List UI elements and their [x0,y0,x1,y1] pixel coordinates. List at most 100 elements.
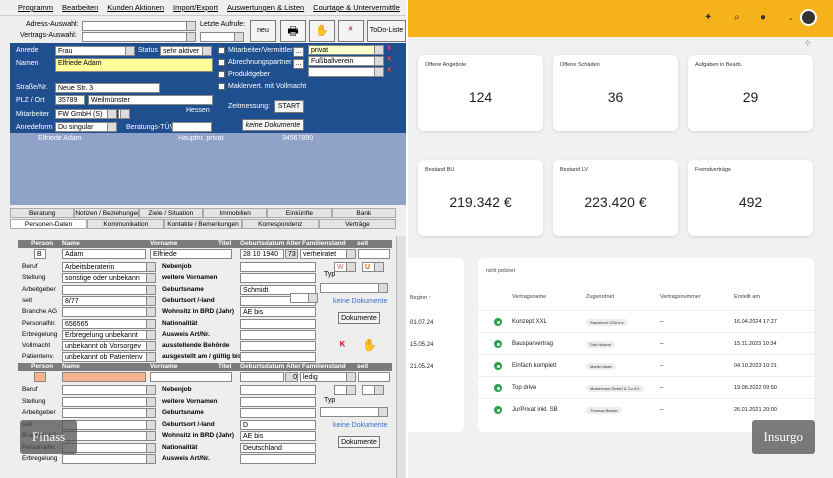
privat-select[interactable]: privat [308,45,384,55]
extra-select-1[interactable] [308,67,384,77]
tab-beratung[interactable]: Beratung [10,208,75,218]
contract-name[interactable]: Einfach komplett [512,363,556,369]
col-erstellt[interactable]: Erstellt am [734,294,760,300]
kpi-card[interactable]: Fremdverträge 492 [688,160,813,236]
field-value[interactable]: Erbregelung unbekannt [62,329,156,340]
ok-icon[interactable]: ᴷ [338,20,364,42]
tab-ziele[interactable]: Ziele / Situation [138,208,203,218]
handshake-icon[interactable]: ✋ [309,20,335,42]
adress-select[interactable] [82,21,196,31]
tab-korrespondenz[interactable]: Korrespondenz [241,219,319,229]
field-value-2[interactable] [240,262,316,272]
kpi-card[interactable]: Bestand BU 219.342 € [418,160,543,236]
typ-select-2[interactable] [320,407,388,417]
tab-kontakte[interactable]: Kontakte / Bemerkungen [164,219,242,229]
contract-name[interactable]: Bausparvertrag [512,341,553,347]
person2-vorname[interactable] [150,372,232,382]
field-value[interactable] [62,396,156,407]
chevron-down-icon[interactable]: ⌄ [788,14,794,22]
strasse-field[interactable]: Neue Str. 3 [55,83,160,93]
person2-stand[interactable]: ledig [300,372,356,382]
field-value-2[interactable] [240,352,316,363]
letzte-select[interactable] [200,32,244,42]
search-icon[interactable]: ⌕ [734,12,740,23]
check-abrechnung[interactable] [218,59,225,66]
k-icon-4[interactable]: ᴷ [340,340,345,352]
field-value-2[interactable] [240,341,316,352]
flag-select-4[interactable] [362,385,384,395]
person2-name[interactable] [62,372,146,382]
grid-icon[interactable]: ⁘ [804,38,812,49]
check-makler[interactable] [218,83,225,90]
mitarbeiter-select[interactable]: FW GmbH (S) [55,109,117,119]
contract-name[interactable]: JurPrivat inkl. SB [512,407,558,413]
print-icon[interactable]: 🖶 [280,20,306,42]
scrollbar[interactable] [396,236,406,478]
field-value[interactable] [62,385,156,395]
tab-personen-daten[interactable]: Personen-Daten [10,219,88,229]
person1-seit[interactable] [358,249,390,259]
dokumente-button-1[interactable]: Dokumente [338,312,380,324]
k-icon-3[interactable]: ᴷ [388,68,391,75]
check-produktgeber[interactable] [218,71,225,78]
vertrags-select[interactable] [82,32,196,42]
flag-select-3[interactable] [334,385,356,395]
k-icon-2[interactable]: ᴷ [388,57,391,64]
status-select[interactable]: sehr aktiver [160,46,212,56]
bell-icon[interactable]: ● [760,12,766,23]
k-icon-1[interactable]: ᴷ [388,46,391,53]
check-mitarbeiter[interactable] [218,47,225,54]
ort-field[interactable]: Weilmünster [88,95,213,105]
person2-seit[interactable] [358,372,390,382]
flag-w-select[interactable]: W [334,262,356,272]
anredeform-select[interactable]: Du singular [55,122,117,132]
tab-bank[interactable]: Bank [331,208,396,218]
field-value-2[interactable] [240,385,316,395]
eye-icon[interactable] [494,406,502,414]
menu-kunden-aktionen[interactable]: Kunden Aktionen [107,3,164,12]
col-zugeordnet[interactable]: Zugeordnet [586,294,614,300]
field-value[interactable]: unbekannt ob Patientenv [62,352,156,363]
eye-icon[interactable] [494,362,502,370]
sparkle-icon[interactable]: ✦ [704,12,712,23]
field-value[interactable] [62,454,156,464]
keine-dokumente-button[interactable]: keine Dokumente [242,119,304,131]
field-value[interactable] [62,307,156,318]
person2-geburt[interactable] [240,372,284,382]
name-field[interactable]: Elfriede Adam [55,58,213,72]
beginn-header[interactable]: Beginn ↑ [410,295,431,301]
field-value-2[interactable] [240,396,316,407]
person1-vorname[interactable]: Elfriede [150,249,232,259]
neu-button[interactable]: neu [250,20,276,42]
kpi-card[interactable]: Offene Angebote 124 [418,55,543,131]
col-vertragsnummer[interactable]: Vertragsnummer [660,294,701,300]
filter-label[interactable]: nicht policiert [486,268,515,274]
more-button-1[interactable]: … [293,47,304,57]
start-button[interactable]: START [274,100,304,113]
person1-name[interactable]: Adam [62,249,146,259]
handshake-icon-2[interactable]: ✋ [362,338,377,352]
flag-u-select[interactable]: U [362,262,384,272]
tab-kommunikation[interactable]: Kommunikation [87,219,165,229]
field-value[interactable]: 8/77 [62,295,156,306]
tab-notizen[interactable]: Notizen / Beziehungen [74,208,139,218]
fussball-select[interactable]: Fußballverein [308,56,384,66]
tab-vertraege[interactable]: Verträge [318,219,397,229]
person1-code[interactable]: B [34,249,46,259]
person1-stand[interactable]: verheiratet [300,249,356,259]
tab-einkuenfte[interactable]: Einkünfte [267,208,332,218]
anrede-select[interactable]: Frau [55,46,135,56]
eye-icon[interactable] [494,340,502,348]
contract-name[interactable]: Konzept XXL [512,319,547,325]
avatar[interactable] [800,9,817,26]
field-value-2[interactable]: AE bis [240,307,316,318]
field-value[interactable] [62,284,156,295]
field-value-2[interactable]: D [240,419,316,430]
eye-icon[interactable] [494,318,502,326]
mitarbeiter-select-2[interactable] [118,109,130,119]
typ-select-1[interactable] [320,283,388,293]
menu-courtage[interactable]: Courtage & Untervermittle [313,3,400,12]
person2-code[interactable] [34,372,46,382]
col-vertragsname[interactable]: Vertragsname [512,294,546,300]
dokumente-button-2[interactable]: Dokumente [338,436,380,448]
